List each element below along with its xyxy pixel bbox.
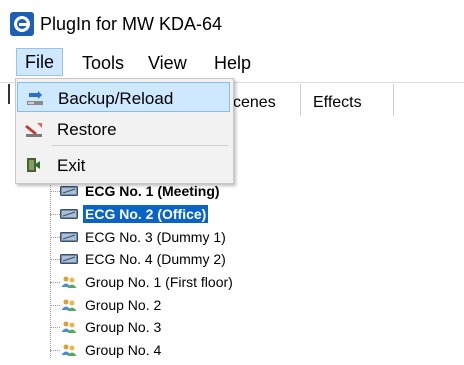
group-icon (61, 299, 77, 311)
menu-item-restore[interactable]: Restore (17, 114, 230, 144)
backup-reload-icon (27, 91, 43, 105)
tree-item-label: ECG No. 4 (Dummy 2) (85, 251, 226, 267)
tab-separator (393, 84, 394, 116)
exit-icon (27, 158, 40, 172)
tree-item-label: Group No. 1 (First floor) (85, 274, 233, 290)
menu-item-exit[interactable]: Exit (17, 150, 230, 180)
window-title: PlugIn for MW KDA-64 (40, 14, 223, 34)
menu-item-label: Exit (57, 156, 86, 175)
ecg-icon (60, 232, 78, 242)
title-bar: PlugIn for MW KDA-64 (0, 0, 464, 46)
tree-item-label: ECG No. 1 (Meeting) (85, 183, 220, 199)
menu-item-label: Restore (57, 120, 117, 139)
tab-separator (300, 84, 301, 116)
file-menu-dropdown: Backup/Reload Restore Exit (15, 78, 234, 184)
group-icon (61, 344, 77, 356)
restore-icon (25, 123, 42, 137)
menu-help[interactable]: Help (206, 50, 259, 76)
ecg-icon (60, 209, 78, 219)
ecg-icon (60, 186, 78, 196)
tab-edge (8, 84, 10, 104)
menu-item-backup-reload[interactable]: Backup/Reload (17, 82, 230, 112)
menu-file[interactable]: File (16, 48, 64, 76)
tree-item-label: ECG No. 3 (Dummy 1) (85, 229, 226, 245)
menu-item-label: Backup/Reload (58, 89, 174, 108)
tree-item-label: Group No. 2 (85, 297, 162, 313)
app-icon (10, 12, 34, 36)
tree-item-label: Group No. 3 (85, 319, 162, 335)
menu-separator (52, 145, 228, 146)
menu-tools[interactable]: Tools (74, 50, 132, 76)
tree-item-label: Group No. 4 (85, 342, 162, 358)
menu-view[interactable]: View (140, 50, 195, 76)
group-icon (61, 321, 77, 333)
tree-item-label: ECG No. 2 (Office) (83, 205, 209, 223)
group-icon (61, 276, 77, 288)
tab-effects[interactable]: Effects (313, 94, 362, 112)
tab-scenes[interactable]: cenes (233, 94, 276, 112)
ecg-icon (60, 254, 78, 264)
tree-connector-line (50, 180, 51, 358)
